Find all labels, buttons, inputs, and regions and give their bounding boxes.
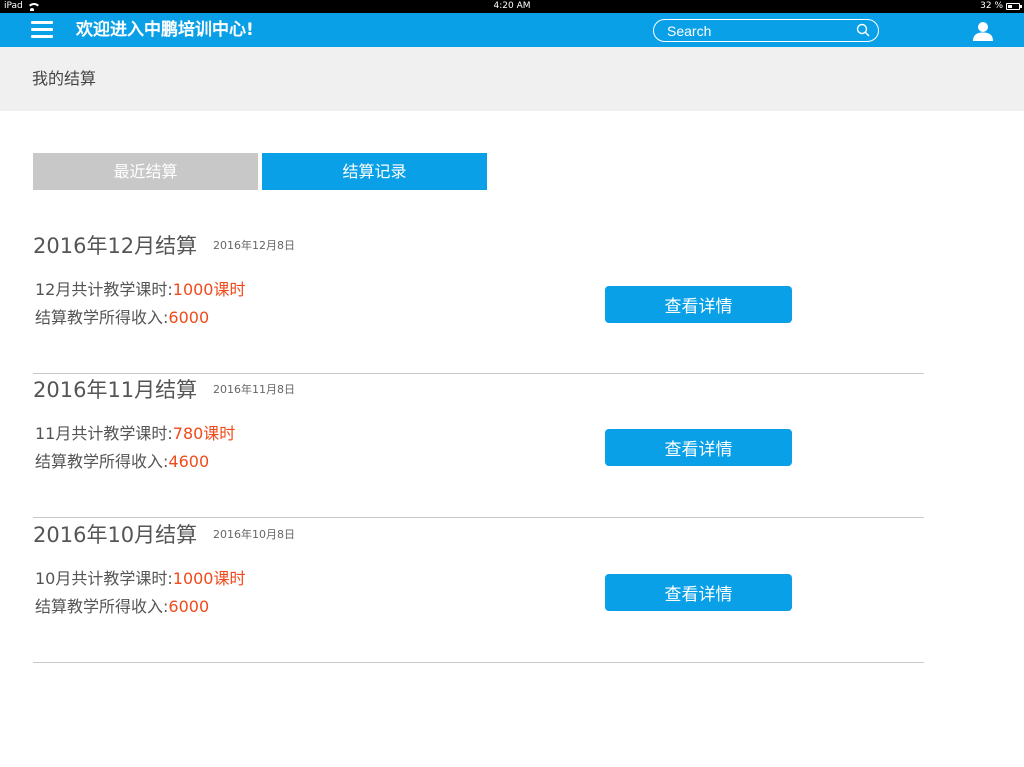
- record-date: 2016年12月8日: [213, 239, 295, 252]
- teaching-hours-label: 12月共计教学课时:: [35, 280, 173, 299]
- tab-settlement-records[interactable]: 结算记录: [262, 153, 487, 190]
- record-title: 2016年10月结算: [33, 523, 198, 547]
- battery-icon: [1006, 3, 1022, 10]
- income-label: 结算教学所得收入:: [35, 452, 169, 471]
- income-value: 6000: [168, 597, 210, 616]
- teaching-hours-line: 10月共计教学课时:1000课时: [35, 565, 246, 589]
- teaching-hours-line: 11月共计教学课时:780课时: [35, 420, 235, 444]
- settlement-record: 2016年10月结算 2016年10月8日 10月共计教学课时:1000课时 结…: [33, 519, 924, 663]
- record-title: 2016年12月结算: [33, 234, 198, 258]
- teaching-hours-value: 1000课时: [172, 569, 246, 588]
- settlement-record: 2016年11月结算 2016年11月8日 11月共计教学课时:780课时 结算…: [33, 374, 924, 518]
- status-time: 4:20 AM: [493, 1, 531, 11]
- view-details-button[interactable]: 查看详情: [605, 429, 792, 466]
- teaching-hours-value: 780课时: [172, 424, 236, 443]
- teaching-hours-value: 1000课时: [172, 280, 246, 299]
- teaching-hours-label: 10月共计教学课时:: [35, 569, 173, 588]
- teaching-hours-label: 11月共计教学课时:: [35, 424, 173, 443]
- page-title: 我的结算: [32, 69, 97, 88]
- header-title: 欢迎进入中鹏培训中心!: [76, 20, 254, 40]
- income-line: 结算教学所得收入:6000: [35, 304, 209, 328]
- view-details-button[interactable]: 查看详情: [605, 574, 792, 611]
- view-details-button[interactable]: 查看详情: [605, 286, 792, 323]
- teaching-hours-line: 12月共计教学课时:1000课时: [35, 276, 246, 300]
- search-input[interactable]: [654, 20, 844, 41]
- page-title-band: 我的结算: [0, 47, 1024, 111]
- income-label: 结算教学所得收入:: [35, 308, 169, 327]
- search-box[interactable]: [653, 19, 879, 42]
- income-line: 结算教学所得收入:6000: [35, 593, 209, 617]
- search-icon[interactable]: [856, 23, 870, 37]
- status-bar-right: 32 %: [980, 0, 1022, 13]
- tab-bar: 最近结算 结算记录: [33, 153, 487, 190]
- battery-percent: 32 %: [980, 1, 1003, 11]
- hamburger-menu-icon[interactable]: [31, 21, 53, 39]
- user-icon[interactable]: [972, 20, 994, 42]
- tab-recent-settlement[interactable]: 最近结算: [33, 153, 258, 190]
- record-title: 2016年11月结算: [33, 378, 198, 402]
- income-value: 6000: [168, 308, 210, 327]
- status-bar: iPad 4:20 AM 32 %: [0, 0, 1024, 13]
- app-header: 欢迎进入中鹏培训中心!: [0, 13, 1024, 47]
- income-value: 4600: [168, 452, 210, 471]
- settlement-record: 2016年12月结算 2016年12月8日 12月共计教学课时:1000课时 结…: [33, 230, 924, 374]
- record-date: 2016年10月8日: [213, 528, 295, 541]
- income-line: 结算教学所得收入:4600: [35, 448, 209, 472]
- record-date: 2016年11月8日: [213, 383, 295, 396]
- income-label: 结算教学所得收入:: [35, 597, 169, 616]
